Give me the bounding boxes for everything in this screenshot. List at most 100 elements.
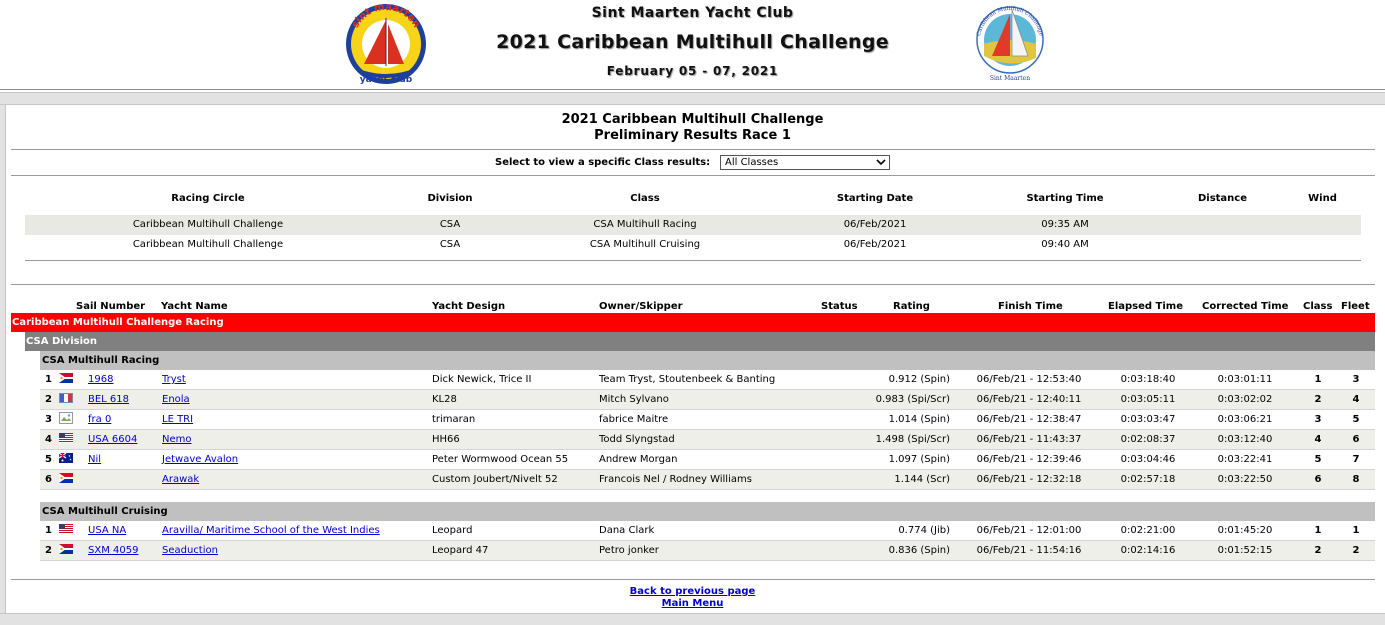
event-dates: February 05 - 07, 2021 bbox=[606, 64, 779, 78]
col-header-finish-time: Finish Time bbox=[998, 301, 1063, 312]
back-link[interactable]: Back to previous page bbox=[630, 586, 756, 597]
division-heading: CSA Division bbox=[25, 332, 1375, 351]
finish-time-cell: 06/Feb/21 - 12:01:00 bbox=[976, 525, 1082, 536]
fleet-rank-cell: 8 bbox=[1352, 474, 1360, 485]
owner-cell: Andrew Morgan bbox=[599, 454, 678, 465]
class-rank-cell: 4 bbox=[1314, 434, 1322, 445]
class-rank-cell: 2 bbox=[1314, 545, 1322, 556]
position-cell: 1 bbox=[45, 525, 52, 536]
position-cell: 2 bbox=[45, 394, 52, 405]
divider bbox=[11, 149, 1375, 150]
corrected-time-cell: 0:03:22:41 bbox=[1217, 454, 1273, 465]
class-select-value: All Classes bbox=[725, 157, 779, 168]
finish-time-cell: 06/Feb/21 - 12:53:40 bbox=[976, 374, 1082, 385]
divider bbox=[11, 284, 1375, 285]
sail-number-link[interactable]: fra 0 bbox=[88, 414, 111, 425]
yacht-design-cell: Leopard bbox=[432, 525, 473, 536]
owner-cell: Mitch Sylvano bbox=[599, 394, 669, 405]
finish-time-cell: 06/Feb/21 - 12:32:18 bbox=[976, 474, 1082, 485]
result-row: 4 USA 6604 Nemo HH66 Todd Slyngstad 1.498 (Sp… bbox=[40, 430, 1375, 450]
elapsed-time-cell: 0:02:14:16 bbox=[1120, 545, 1176, 556]
corrected-time-cell: 0:03:22:50 bbox=[1217, 474, 1273, 485]
col-header-status: Status bbox=[821, 301, 858, 312]
owner-cell: Francois Nel / Rodney Williams bbox=[599, 474, 752, 485]
rating-cell: 1.097 (Spin) bbox=[888, 454, 950, 465]
sail-number-link[interactable]: BEL 618 bbox=[88, 394, 129, 405]
racing-circle-cell: Caribbean Multihull Challenge bbox=[132, 239, 284, 250]
yacht-name-link[interactable]: Enola bbox=[162, 394, 190, 405]
fleet-rank-cell: 5 bbox=[1352, 414, 1360, 425]
yacht-name-link[interactable]: Jetwave Avalon bbox=[162, 454, 238, 465]
race-info-header: Class bbox=[630, 193, 660, 204]
elapsed-time-cell: 0:03:03:47 bbox=[1120, 414, 1176, 425]
corrected-time-cell: 0:01:52:15 bbox=[1217, 545, 1273, 556]
start-time-cell: 09:35 AM bbox=[1041, 219, 1089, 230]
col-header-elapsed-time: Elapsed Time bbox=[1108, 301, 1183, 312]
elapsed-time-cell: 0:03:05:11 bbox=[1120, 394, 1176, 405]
rating-cell: 1.498 (Spi/Scr) bbox=[875, 434, 950, 445]
corrected-time-cell: 0:03:12:40 bbox=[1217, 434, 1273, 445]
class-select-dropdown[interactable]: All Classes bbox=[720, 155, 890, 170]
col-header-fleet: Fleet bbox=[1341, 301, 1370, 312]
result-row: 2 SXM 4059 Seaduction Leopard 47 Petro jonke… bbox=[40, 541, 1375, 561]
sail-number-link[interactable]: SXM 4059 bbox=[88, 545, 138, 556]
col-header-yacht-design: Yacht Design bbox=[432, 301, 506, 312]
rating-cell: 0.912 (Spin) bbox=[888, 374, 950, 385]
result-row: 1 1968 Tryst Dick Newick, Trice II Team Trys… bbox=[40, 370, 1375, 390]
division-cell: CSA bbox=[439, 239, 461, 250]
class-rank-cell: 1 bbox=[1314, 374, 1322, 385]
result-row: 5 Nil Jetwave Avalon Peter Wormwood Ocean 5… bbox=[40, 450, 1375, 470]
sail-number-link[interactable]: Nil bbox=[88, 454, 101, 465]
result-row: 6 Arawak Custom Joubert/Nivelt 52 Francois … bbox=[40, 470, 1375, 490]
class-rank-cell: 6 bbox=[1314, 474, 1322, 485]
col-header-class: Class bbox=[1303, 301, 1333, 312]
yacht-name-link[interactable]: Arawak bbox=[162, 474, 199, 485]
fleet-rank-cell: 7 bbox=[1352, 454, 1360, 465]
race-info-header: Division bbox=[427, 193, 473, 204]
svg-text:Sint Maarten: Sint Maarten bbox=[990, 75, 1030, 82]
yacht-name-link[interactable]: Seaduction bbox=[162, 545, 218, 556]
yacht-design-cell: Custom Joubert/Nivelt 52 bbox=[432, 474, 558, 485]
race-info-header: Racing Circle bbox=[171, 193, 245, 204]
class-rank-cell: 2 bbox=[1314, 394, 1322, 405]
fleet-rank-cell: 4 bbox=[1352, 394, 1360, 405]
rating-cell: 1.014 (Spin) bbox=[888, 414, 950, 425]
col-header-rating: Rating bbox=[893, 301, 930, 312]
corrected-time-cell: 0:01:45:20 bbox=[1217, 525, 1273, 536]
class-rank-cell: 5 bbox=[1314, 454, 1322, 465]
rating-cell: 0.774 (Jib) bbox=[898, 525, 950, 536]
result-row: 3 fra 0 LE TRI trimaran fabrice Maitre 1.014 … bbox=[40, 410, 1375, 430]
frame-left-bar bbox=[0, 105, 6, 625]
banner-divider bbox=[0, 89, 1385, 90]
sail-number-link[interactable]: USA NA bbox=[88, 525, 126, 536]
sail-number-link[interactable]: USA 6604 bbox=[88, 434, 137, 445]
elapsed-time-cell: 0:03:04:46 bbox=[1120, 454, 1176, 465]
divider bbox=[11, 579, 1375, 580]
rating-cell: 0.983 (Spi/Scr) bbox=[875, 394, 950, 405]
racing-circle-cell: Caribbean Multihull Challenge bbox=[132, 219, 284, 230]
sail-number-link[interactable]: 1968 bbox=[88, 374, 113, 385]
corrected-time-cell: 0:03:01:11 bbox=[1217, 374, 1273, 385]
position-cell: 5 bbox=[45, 454, 52, 465]
fleet-rank-cell: 3 bbox=[1352, 374, 1360, 385]
finish-time-cell: 06/Feb/21 - 11:54:16 bbox=[976, 545, 1082, 556]
position-cell: 6 bbox=[45, 474, 52, 485]
main-menu-link[interactable]: Main Menu bbox=[662, 598, 724, 609]
division-cell: CSA bbox=[439, 219, 461, 230]
yacht-name-link[interactable]: LE TRI bbox=[162, 414, 193, 425]
elapsed-time-cell: 0:03:18:40 bbox=[1120, 374, 1176, 385]
results-title: 2021 Caribbean Multihull Challenge bbox=[561, 112, 824, 127]
race-info-header: Distance bbox=[1197, 193, 1248, 204]
yacht-name-link[interactable]: Aravilla/ Maritime School of the West In… bbox=[162, 525, 380, 536]
race-info-header: Starting Date bbox=[836, 193, 914, 204]
frame-top-bar bbox=[0, 92, 1385, 105]
divider bbox=[25, 260, 1361, 261]
corrected-time-cell: 0:03:02:02 bbox=[1217, 394, 1273, 405]
yacht-design-cell: trimaran bbox=[432, 414, 476, 425]
yacht-name-link[interactable]: Tryst bbox=[162, 374, 186, 385]
fleet-rank-cell: 1 bbox=[1352, 525, 1360, 536]
owner-cell: Team Tryst, Stoutenbeek & Banting bbox=[599, 374, 776, 385]
yacht-design-cell: Dick Newick, Trice II bbox=[432, 374, 532, 385]
result-row: 1 USA NA Aravilla/ Maritime School of the … bbox=[40, 521, 1375, 541]
yacht-name-link[interactable]: Nemo bbox=[162, 434, 192, 445]
